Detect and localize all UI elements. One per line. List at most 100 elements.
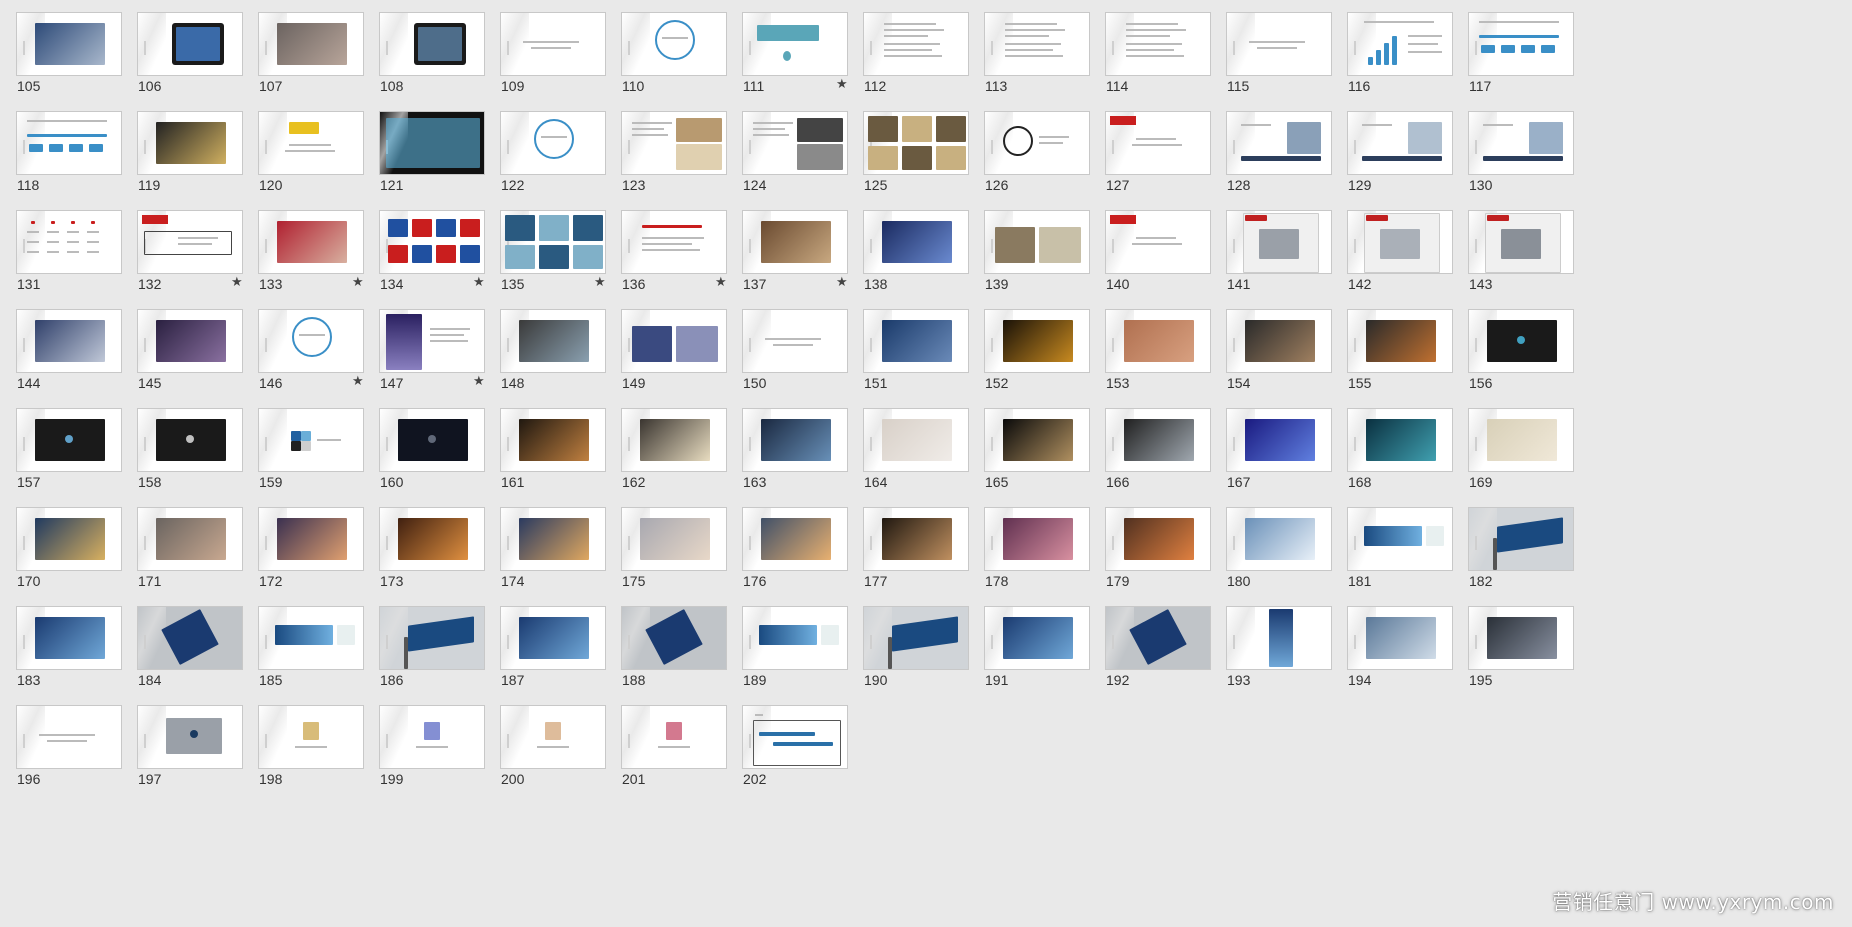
slide-preview[interactable]: [621, 309, 727, 373]
slide-preview[interactable]: [16, 705, 122, 769]
animation-star-icon[interactable]: ★: [836, 77, 848, 92]
slide-preview[interactable]: [1105, 507, 1211, 571]
slide-preview[interactable]: [621, 12, 727, 76]
slide-preview[interactable]: [984, 210, 1090, 274]
slide-preview[interactable]: [1226, 111, 1332, 175]
slide-preview[interactable]: [742, 12, 848, 76]
slide-preview[interactable]: [984, 309, 1090, 373]
slide-preview[interactable]: [863, 309, 969, 373]
slide-preview[interactable]: [984, 111, 1090, 175]
slide-preview[interactable]: [379, 408, 485, 472]
slide-preview[interactable]: [621, 408, 727, 472]
slide-preview[interactable]: [863, 408, 969, 472]
slide-preview[interactable]: [1105, 12, 1211, 76]
slide-preview[interactable]: [16, 12, 122, 76]
animation-star-icon[interactable]: ★: [715, 275, 727, 290]
slide-preview[interactable]: [742, 606, 848, 670]
slide-preview[interactable]: [863, 606, 969, 670]
slide-preview[interactable]: [984, 12, 1090, 76]
slide-preview[interactable]: [621, 210, 727, 274]
slide-preview[interactable]: [500, 606, 606, 670]
animation-star-icon[interactable]: ★: [352, 374, 364, 389]
slide-preview[interactable]: [379, 111, 485, 175]
slide-preview[interactable]: [984, 507, 1090, 571]
slide-preview[interactable]: [1105, 408, 1211, 472]
slide-preview[interactable]: [1468, 210, 1574, 274]
slide-preview[interactable]: [1226, 210, 1332, 274]
slide-preview[interactable]: [1226, 12, 1332, 76]
slide-preview[interactable]: [1105, 210, 1211, 274]
slide-preview[interactable]: [16, 309, 122, 373]
slide-preview[interactable]: [1347, 12, 1453, 76]
slide-preview[interactable]: [621, 606, 727, 670]
slide-preview[interactable]: [621, 507, 727, 571]
slide-preview[interactable]: [984, 606, 1090, 670]
slide-preview[interactable]: [500, 12, 606, 76]
animation-star-icon[interactable]: ★: [836, 275, 848, 290]
slide-preview[interactable]: [1468, 606, 1574, 670]
slide-preview[interactable]: [16, 408, 122, 472]
slide-thumbnail[interactable]: 195: [1468, 606, 1611, 722]
slide-preview[interactable]: [258, 12, 364, 76]
slide-preview[interactable]: [258, 210, 364, 274]
slide-preview[interactable]: [258, 705, 364, 769]
slide-preview[interactable]: [742, 705, 848, 769]
slide-preview[interactable]: [1347, 507, 1453, 571]
slide-preview[interactable]: [1468, 111, 1574, 175]
slide-preview[interactable]: [379, 507, 485, 571]
slide-preview[interactable]: [258, 606, 364, 670]
slide-preview[interactable]: [742, 309, 848, 373]
slide-preview[interactable]: [379, 12, 485, 76]
slide-preview[interactable]: [1468, 309, 1574, 373]
slide-preview[interactable]: [500, 309, 606, 373]
slide-preview[interactable]: [1347, 408, 1453, 472]
slide-preview[interactable]: [863, 507, 969, 571]
slide-preview[interactable]: [379, 606, 485, 670]
slide-preview[interactable]: [1105, 111, 1211, 175]
slide-preview[interactable]: [137, 606, 243, 670]
slide-preview[interactable]: [258, 408, 364, 472]
slide-preview[interactable]: [1347, 210, 1453, 274]
slide-preview[interactable]: [500, 705, 606, 769]
slide-preview[interactable]: [742, 111, 848, 175]
slide-preview[interactable]: [379, 210, 485, 274]
slide-preview[interactable]: [16, 111, 122, 175]
slide-preview[interactable]: [1468, 12, 1574, 76]
slide-preview[interactable]: [1105, 606, 1211, 670]
slide-preview[interactable]: [16, 606, 122, 670]
slide-preview[interactable]: [137, 507, 243, 571]
slide-preview[interactable]: [742, 408, 848, 472]
slide-preview[interactable]: [16, 507, 122, 571]
slide-preview[interactable]: [1226, 606, 1332, 670]
slide-preview[interactable]: [500, 507, 606, 571]
slide-preview[interactable]: [16, 210, 122, 274]
slide-preview[interactable]: [1347, 309, 1453, 373]
animation-star-icon[interactable]: ★: [473, 275, 485, 290]
slide-preview[interactable]: [137, 12, 243, 76]
slide-preview[interactable]: [863, 210, 969, 274]
slide-preview[interactable]: [1468, 507, 1574, 571]
slide-preview[interactable]: [500, 408, 606, 472]
slide-preview[interactable]: [1347, 111, 1453, 175]
slide-preview[interactable]: [984, 408, 1090, 472]
slide-preview[interactable]: [379, 705, 485, 769]
slide-preview[interactable]: [500, 210, 606, 274]
slide-preview[interactable]: [137, 210, 243, 274]
slide-preview[interactable]: [742, 507, 848, 571]
animation-star-icon[interactable]: ★: [473, 374, 485, 389]
slide-preview[interactable]: [1468, 408, 1574, 472]
slide-preview[interactable]: [379, 309, 485, 373]
slide-preview[interactable]: [1226, 408, 1332, 472]
slide-preview[interactable]: [137, 408, 243, 472]
slide-preview[interactable]: [1105, 309, 1211, 373]
slide-preview[interactable]: [258, 507, 364, 571]
slide-preview[interactable]: [621, 111, 727, 175]
slide-preview[interactable]: [742, 210, 848, 274]
animation-star-icon[interactable]: ★: [352, 275, 364, 290]
slide-preview[interactable]: [500, 111, 606, 175]
slide-preview[interactable]: [258, 309, 364, 373]
animation-star-icon[interactable]: ★: [594, 275, 606, 290]
slide-preview[interactable]: [258, 111, 364, 175]
slide-preview[interactable]: [137, 705, 243, 769]
animation-star-icon[interactable]: ★: [231, 275, 243, 290]
